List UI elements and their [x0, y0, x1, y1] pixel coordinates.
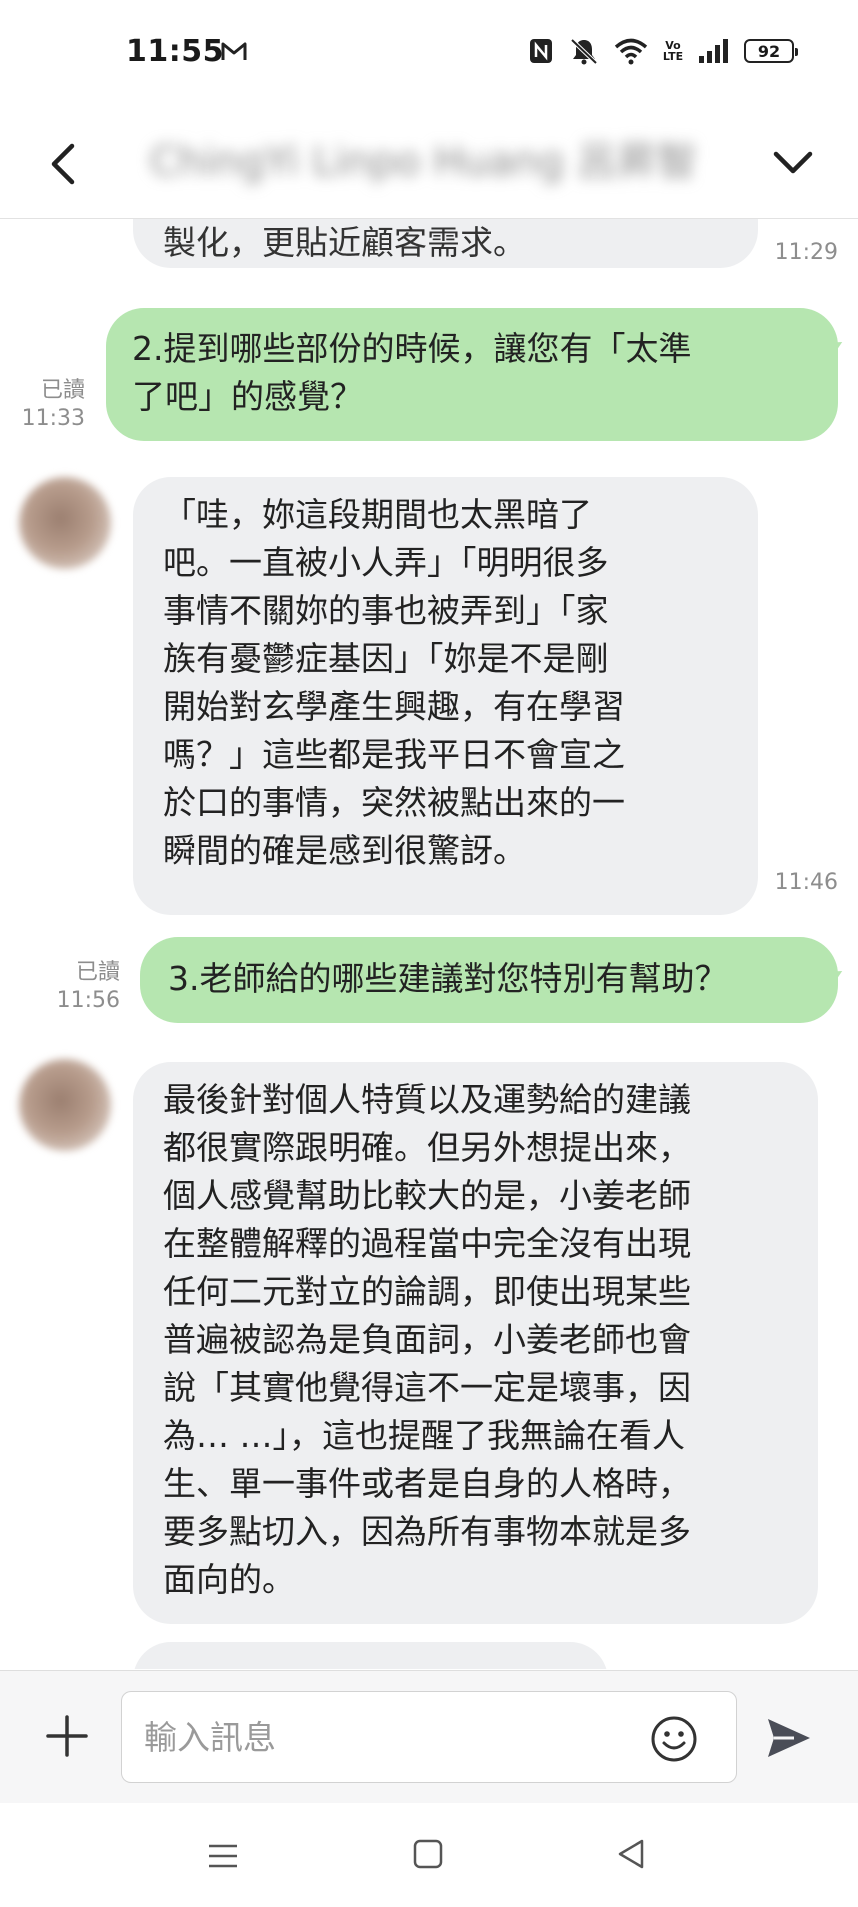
- message-bubble-outgoing[interactable]: 3.老師給的哪些建議對您特別有幫助？: [140, 937, 838, 1023]
- menu-icon[interactable]: [206, 1839, 240, 1873]
- message-line: 3.老師給的哪些建議對您特別有幫助？: [168, 959, 728, 998]
- read-receipt: 已讀 11:33: [10, 377, 85, 433]
- message-line: 在整體解釋的過程當中完全沒有出現: [163, 1224, 691, 1263]
- message-line: 說「其實他覺得這不一定是壞事，因: [163, 1368, 691, 1407]
- chat-title: ChingYi Linpo Huang 呂昇智: [150, 139, 697, 185]
- nfc-icon: [530, 39, 552, 63]
- message-line: 了吧」的感覺？: [132, 377, 363, 416]
- smiley-icon[interactable]: [650, 1715, 698, 1763]
- message-line: 生、單一事件或者是自身的人格時，: [163, 1464, 691, 1503]
- chat-messages[interactable]: 製化，更貼近顧客需求。 11:29 已讀 11:33 2.提到哪些部份的時候，讓…: [0, 219, 858, 1669]
- message-time: 11:33: [21, 406, 85, 431]
- system-nav-bar: [0, 1803, 858, 1907]
- message-text: 製化，更貼近顧客需求。: [163, 223, 526, 262]
- message-line: 面向的。: [163, 1560, 295, 1599]
- status-time: 11:55: [126, 34, 224, 69]
- status-bar: 11:55 Vo LTE 92: [0, 0, 858, 110]
- message-bubble-incoming[interactable]: 最後針對個人特質以及運勢給的建議 都很實際跟明確。但另外想提出來， 個人感覺幫助…: [133, 1062, 818, 1624]
- message-line: 個人感覺幫助比較大的是，小姜老師: [163, 1176, 691, 1215]
- signal-icon: [699, 39, 728, 63]
- back-triangle-icon[interactable]: [614, 1837, 648, 1871]
- bell-muted-icon: [570, 38, 598, 65]
- message-line: 普遍被認為是負面詞，小姜老師也會: [163, 1320, 691, 1359]
- chevron-left-icon[interactable]: [44, 136, 84, 192]
- read-receipt: 已讀 11:56: [45, 959, 120, 1015]
- home-square-icon[interactable]: [411, 1837, 445, 1871]
- message-time: 11:29: [774, 240, 838, 265]
- message-line: 任何二元對立的論調，即使出現某些: [163, 1272, 691, 1311]
- message-line: 都很實際跟明確。但另外想提出來，: [163, 1128, 691, 1167]
- message-line: 於口的事情，突然被點出來的一: [163, 783, 625, 822]
- read-label: 已讀: [75, 960, 120, 985]
- chevron-down-icon[interactable]: [770, 140, 816, 186]
- message-line: 要多點切入，因為所有事物本就是多: [163, 1512, 691, 1551]
- message-line: 開始對玄學產生興趣，有在學習: [163, 687, 625, 726]
- message-line: 瞬間的確是感到很驚訝。: [163, 831, 526, 870]
- message-input-bar: [0, 1670, 858, 1803]
- message-line: 最後針對個人特質以及運勢給的建議: [163, 1080, 691, 1119]
- battery-indicator: 92: [744, 39, 798, 63]
- message-input[interactable]: [121, 1691, 737, 1783]
- chat-header: ChingYi Linpo Huang 呂昇智: [0, 110, 858, 219]
- volte-indicator: Vo LTE: [662, 39, 684, 63]
- status-icons: Vo LTE 92: [528, 36, 798, 66]
- message-bubble-incoming[interactable]: [133, 1642, 608, 1669]
- read-label: 已讀: [40, 378, 85, 403]
- send-icon[interactable]: [764, 1713, 814, 1763]
- message-bubble-outgoing[interactable]: 2.提到哪些部份的時候，讓您有「太準 了吧」的感覺？: [106, 308, 838, 441]
- plus-icon[interactable]: [44, 1713, 90, 1759]
- message-line: 嗎？」這些都是我平日不會宣之: [163, 735, 625, 774]
- message-bubble-incoming[interactable]: 「哇，妳這段期間也太黑暗了 吧。一直被小人弄」「明明很多 事情不關妳的事也被弄到…: [133, 477, 758, 915]
- message-time: 11:56: [56, 988, 120, 1013]
- avatar[interactable]: [19, 1059, 111, 1151]
- wifi-icon: [614, 38, 648, 65]
- message-time: 11:46: [774, 870, 838, 895]
- battery-level: 92: [757, 41, 781, 61]
- message-line: 事情不關妳的事也被弄到」「家: [163, 591, 609, 630]
- message-line: 2.提到哪些部份的時候，讓您有「太準: [132, 329, 692, 368]
- message-line: 「哇，妳這段期間也太黑暗了: [163, 495, 592, 534]
- avatar[interactable]: [19, 477, 111, 569]
- message-line: 吧。一直被小人弄」「明明很多: [163, 543, 609, 582]
- message-line: 族有憂鬱症基因」「妳是不是剛: [163, 639, 609, 678]
- gmail-m-icon: [221, 42, 247, 60]
- message-line: 為… …」，這也提醒了我無論在看人: [163, 1416, 685, 1455]
- message-bubble-incoming[interactable]: 製化，更貼近顧客需求。: [133, 219, 758, 268]
